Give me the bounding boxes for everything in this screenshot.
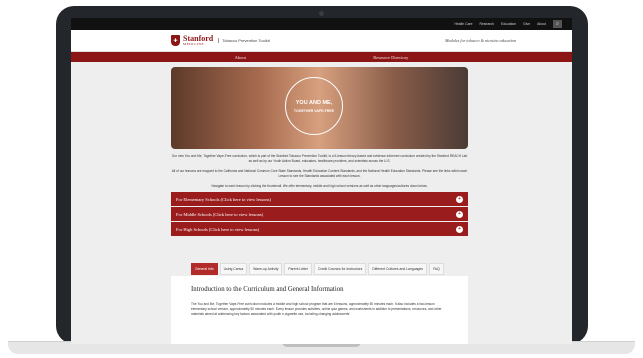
accordion-high[interactable]: For High Schools (Click here to view les…	[171, 222, 468, 236]
tab-warm-up-activity[interactable]: Warm-up Activity	[249, 263, 283, 275]
tab-faq[interactable]: FAQ	[428, 263, 444, 275]
content-body: The You and Me, Together Vape-Free curri…	[191, 302, 442, 316]
hero-image: YOU AND ME, TOGETHER VAPE-FREE	[171, 67, 468, 149]
intro-paragraph-2: All of our lessons are mapped to the Cal…	[171, 169, 468, 178]
accordion-elementary[interactable]: For Elementary Schools (Click here to vi…	[171, 192, 468, 206]
info-tabs: General Info Using Canva Warm-up Activit…	[191, 263, 444, 275]
tab-credit-courses[interactable]: Credit Courses for Instructors	[314, 263, 367, 275]
search-icon[interactable]: ⌕	[553, 20, 562, 28]
accordion-middle[interactable]: For Middle Schools (Click here to view l…	[171, 207, 468, 221]
tab-using-canva[interactable]: Using Canva	[219, 263, 248, 275]
hero-badge-title: YOU AND ME,	[295, 99, 333, 106]
plus-circle-icon[interactable]: +	[456, 195, 463, 203]
lessons-accordion: For Elementary Schools (Click here to vi…	[171, 192, 468, 237]
tab-cultures-languages[interactable]: Different Cultures and Languages	[368, 263, 427, 275]
main-content: YOU AND ME, TOGETHER VAPE-FREE Our new Y…	[71, 62, 572, 344]
brand-header: ✚ Stanford MEDICINE Tobacco Prevention T…	[71, 30, 572, 52]
intro-paragraph-1: Our new You and Me, Together Vape-Free c…	[171, 154, 468, 163]
topbar-link-education[interactable]: Education	[501, 22, 516, 26]
browser-screen: Health Care Research Education Give Abou…	[71, 18, 572, 344]
top-utility-bar: Health Care Research Education Give Abou…	[71, 18, 572, 30]
accordion-label: For Elementary Schools (Click here to vi…	[176, 196, 271, 202]
topbar-link-about[interactable]: About	[537, 22, 546, 26]
accordion-label: For Middle Schools (Click here to view l…	[176, 211, 264, 217]
hero-badge-subtitle: TOGETHER VAPE-FREE	[293, 108, 335, 113]
brand-logo[interactable]: ✚ Stanford MEDICINE Tobacco Prevention T…	[171, 34, 270, 47]
tab-parent-letter[interactable]: Parent Letter	[284, 263, 313, 275]
hero-badge: YOU AND ME, TOGETHER VAPE-FREE	[285, 77, 343, 135]
site-title: Tobacco Prevention Toolkit	[218, 38, 270, 43]
main-nav: About Resource Directory	[71, 52, 572, 62]
accordion-label: For High Schools (Click here to view les…	[176, 226, 260, 232]
intro-paragraph-3: Navigate to each lesson by clicking the …	[211, 184, 428, 188]
content-title: Introduction to the Curriculum and Gener…	[191, 286, 344, 293]
camera-icon	[319, 11, 324, 16]
brand-name-line2: MEDICINE	[183, 41, 205, 46]
intro-text: Our new You and Me, Together Vape-Free c…	[171, 154, 468, 194]
tab-general-info[interactable]: General Info	[191, 263, 218, 275]
nav-resource-directory[interactable]: Resource Directory	[373, 55, 408, 60]
stanford-shield-icon: ✚	[171, 35, 180, 46]
topbar-link-give[interactable]: Give	[523, 22, 530, 26]
topbar-link-health-care[interactable]: Health Care	[454, 22, 472, 26]
topbar-link-research[interactable]: Research	[480, 22, 495, 26]
nav-about[interactable]: About	[235, 55, 246, 60]
brand-wordmark: Stanford MEDICINE	[183, 34, 213, 47]
tab-content-panel: Introduction to the Curriculum and Gener…	[171, 276, 468, 344]
plus-circle-icon[interactable]: +	[456, 210, 463, 218]
plus-circle-icon[interactable]: +	[456, 225, 463, 233]
site-tagline: Modules for tobacco & nicotine education	[444, 38, 516, 43]
